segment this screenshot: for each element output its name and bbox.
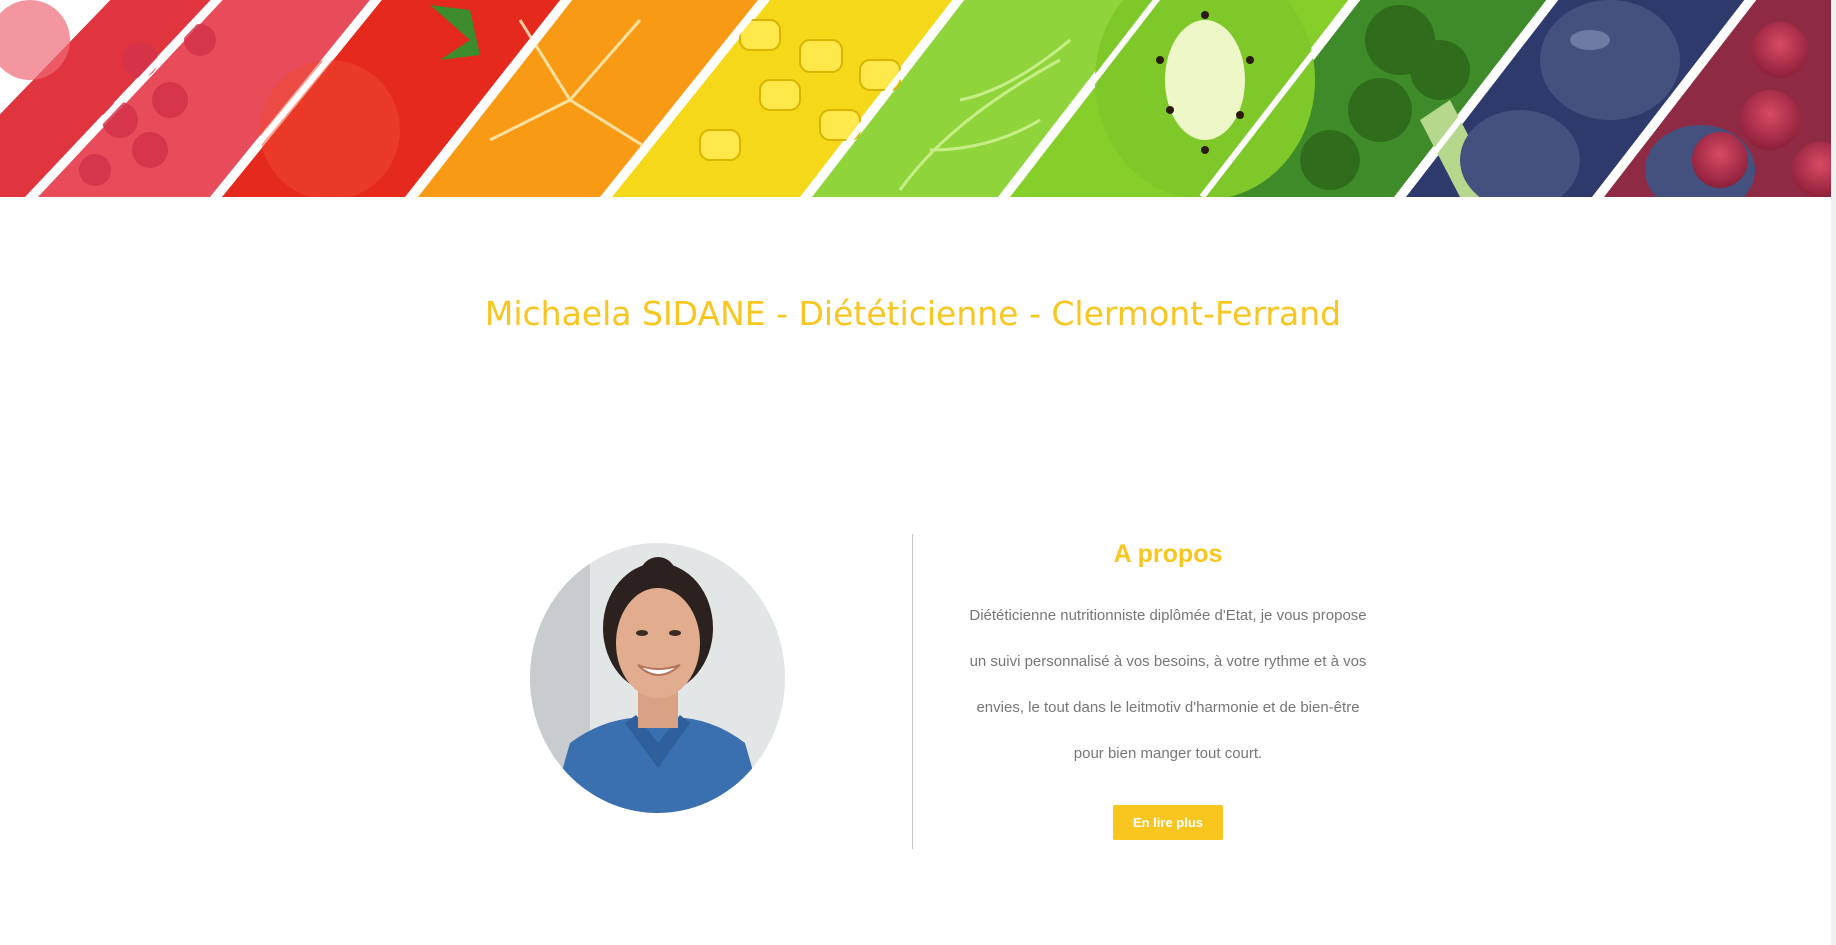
about-line: un suivi personnalisé à vos besoins, à v…: [969, 653, 1367, 670]
read-more-button[interactable]: En lire plus: [1113, 805, 1223, 840]
scrollbar-track[interactable]: [1831, 0, 1836, 945]
about-description: Diététicienne nutritionniste diplômée d'…: [955, 593, 1381, 777]
portrait-photo: [530, 543, 785, 813]
about-line: Diététicienne nutritionniste diplômée d'…: [969, 607, 1367, 624]
fruits-vegetables-banner: [0, 0, 1831, 197]
about-line: pour bien manger tout court.: [1073, 745, 1263, 762]
about-title: A propos: [1113, 540, 1223, 568]
vertical-divider: [912, 534, 913, 849]
about-line: envies, le tout dans le leitmotiv d'harm…: [976, 699, 1360, 716]
site-title: Michaela SIDANE - Diététicienne - Clermo…: [484, 294, 1342, 333]
